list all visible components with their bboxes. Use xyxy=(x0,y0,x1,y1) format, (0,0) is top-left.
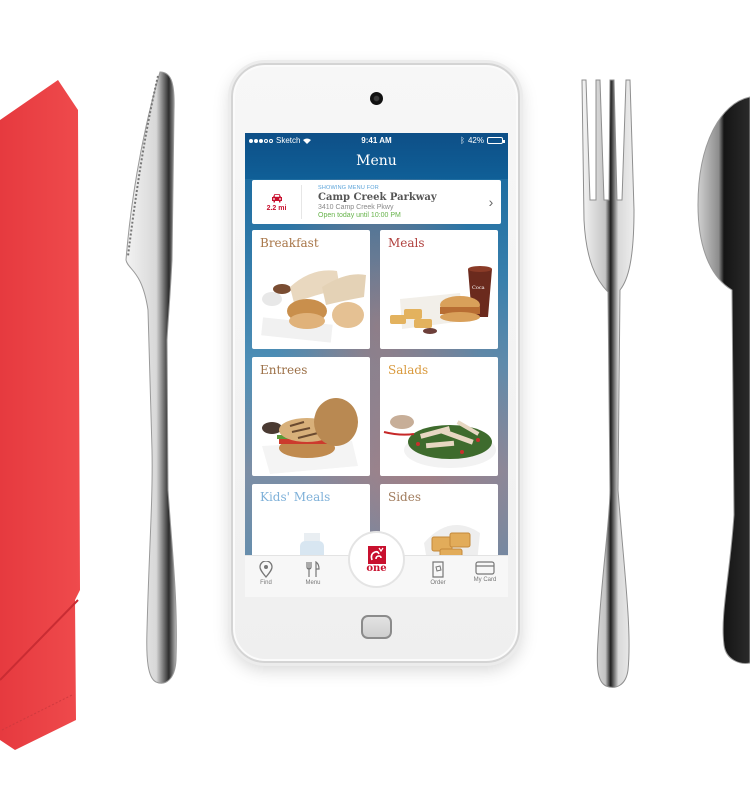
restaurant-address: 3410 Camp Creek Pkwy xyxy=(318,204,394,211)
category-title: Breakfast xyxy=(260,236,319,250)
tab-label: Menu xyxy=(305,580,321,586)
red-napkin xyxy=(0,80,80,750)
tab-my-card[interactable]: My Card xyxy=(465,561,505,583)
breakfast-food-image xyxy=(261,270,366,343)
category-title: Kids' Meals xyxy=(260,490,331,504)
fork-knife-icon xyxy=(306,561,320,577)
app-screen: Sketch 9:41 AM ᛒ 42% Menu 2.2 mi SHOWING… xyxy=(245,133,508,597)
tab-label: Find xyxy=(260,580,272,586)
status-bar: Sketch 9:41 AM ᛒ 42% xyxy=(245,133,508,147)
battery-percent: 42% xyxy=(467,136,484,145)
location-card[interactable]: 2.2 mi SHOWING MENU FOR Camp Creek Parkw… xyxy=(252,180,501,224)
svg-text:Coca: Coca xyxy=(472,285,485,291)
nav-header: Sketch 9:41 AM ᛒ 42% Menu xyxy=(245,133,508,179)
distance-text: 2.2 mi xyxy=(266,204,287,212)
location-info: SHOWING MENU FOR Camp Creek Parkway 3410… xyxy=(302,185,481,219)
category-title: Salads xyxy=(388,363,429,377)
bag-icon xyxy=(432,561,444,578)
front-camera xyxy=(370,92,383,105)
category-card-meals[interactable]: Meals Coca xyxy=(380,230,498,349)
phone-device: Sketch 9:41 AM ᛒ 42% Menu 2.2 mi SHOWING… xyxy=(231,63,520,663)
car-icon xyxy=(271,193,282,202)
spoon xyxy=(697,96,750,664)
distance-block: 2.2 mi xyxy=(252,185,302,219)
one-label: one xyxy=(366,562,387,574)
salads-food-image xyxy=(383,415,496,468)
tab-label: Order xyxy=(430,580,446,586)
category-card-salads[interactable]: Salads xyxy=(380,357,498,476)
category-title: Sides xyxy=(388,490,421,504)
chick-fil-a-one-button[interactable]: one xyxy=(348,531,405,588)
knife xyxy=(125,71,177,684)
bluetooth-icon: ᛒ xyxy=(460,136,465,145)
restaurant-name: Camp Creek Parkway xyxy=(318,192,437,203)
tab-label: My Card xyxy=(473,577,497,583)
page-title: Menu xyxy=(356,153,397,169)
meals-food-image: Coca xyxy=(390,266,492,334)
tab-menu[interactable]: Menu xyxy=(293,561,333,586)
tab-find[interactable]: Find xyxy=(246,561,286,586)
category-title: Entrees xyxy=(260,363,308,377)
battery-icon xyxy=(487,137,505,144)
chick-fil-a-logo-icon xyxy=(367,545,386,564)
showing-menu-label: SHOWING MENU FOR xyxy=(318,185,379,191)
fork xyxy=(581,79,635,688)
entrees-food-image xyxy=(262,398,358,474)
home-button[interactable] xyxy=(361,615,392,639)
category-card-breakfast[interactable]: Breakfast xyxy=(252,230,370,349)
category-title: Meals xyxy=(388,236,425,250)
chevron-right-icon[interactable]: › xyxy=(481,194,501,210)
category-card-entrees[interactable]: Entrees xyxy=(252,357,370,476)
restaurant-hours: Open today until 10:00 PM xyxy=(318,212,401,219)
credit-card-icon xyxy=(475,561,495,575)
tab-order[interactable]: Order xyxy=(418,561,458,586)
location-pin-icon xyxy=(259,561,273,578)
